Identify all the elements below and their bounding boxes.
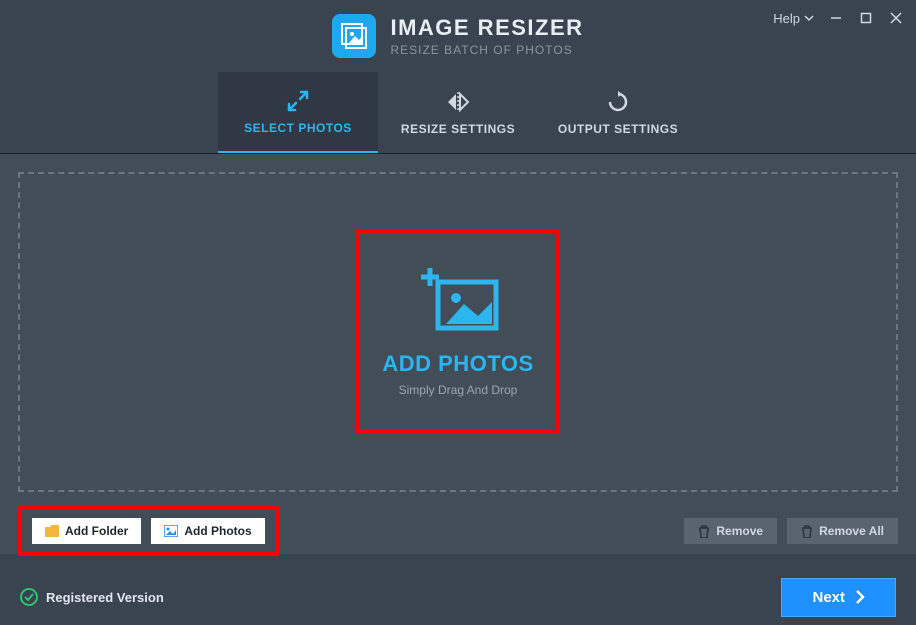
window-controls: Help [773, 10, 904, 26]
add-photos-subtitle: Simply Drag And Drop [399, 383, 518, 397]
check-circle-icon [20, 588, 38, 606]
mirror-icon [445, 90, 471, 114]
titlebar: IMAGE RESIZER RESIZE BATCH OF PHOTOS Hel… [0, 0, 916, 72]
dropzone[interactable]: ADD PHOTOS Simply Drag And Drop [18, 172, 898, 492]
tab-output-settings[interactable]: OUTPUT SETTINGS [538, 72, 698, 153]
highlight-box: Add Folder Add Photos [18, 506, 279, 556]
status-label: Registered Version [46, 590, 164, 605]
tab-label: RESIZE SETTINGS [401, 122, 515, 136]
tab-select-photos[interactable]: SELECT PHOTOS [218, 72, 378, 153]
remove-button[interactable]: Remove [684, 518, 777, 544]
registration-status: Registered Version [20, 588, 164, 606]
minimize-button[interactable] [828, 10, 844, 26]
image-icon [164, 525, 178, 537]
remove-all-button[interactable]: Remove All [787, 518, 898, 544]
add-photos-title: ADD PHOTOS [382, 351, 533, 377]
help-menu[interactable]: Help [773, 11, 814, 26]
tab-resize-settings[interactable]: RESIZE SETTINGS [378, 72, 538, 153]
tab-label: SELECT PHOTOS [244, 121, 352, 135]
app-brand: IMAGE RESIZER RESIZE BATCH OF PHOTOS [332, 14, 583, 58]
chevron-right-icon [855, 590, 865, 604]
button-label: Next [812, 589, 845, 606]
main-area: ADD PHOTOS Simply Drag And Drop Add Fold… [0, 154, 916, 554]
trash-icon [698, 525, 710, 538]
button-label: Remove All [819, 524, 884, 538]
button-label: Add Photos [184, 524, 251, 538]
action-toolbar: Add Folder Add Photos Remove Remove All [18, 492, 898, 556]
app-title: IMAGE RESIZER [390, 15, 583, 41]
chevron-down-icon [804, 13, 814, 23]
help-label: Help [773, 11, 800, 26]
tab-label: OUTPUT SETTINGS [558, 122, 678, 136]
app-subtitle: RESIZE BATCH OF PHOTOS [390, 43, 583, 57]
button-label: Remove [716, 524, 763, 538]
add-photos-icon [416, 268, 500, 337]
trash-icon [801, 525, 813, 538]
tab-bar: SELECT PHOTOS RESIZE SETTINGS OUTPUT SET… [0, 72, 916, 154]
footer: Registered Version Next [0, 569, 916, 625]
expand-icon [286, 89, 310, 113]
add-folder-button[interactable]: Add Folder [32, 518, 141, 544]
maximize-button[interactable] [858, 10, 874, 26]
app-icon [332, 14, 376, 58]
add-photos-button[interactable]: Add Photos [151, 518, 264, 544]
folder-icon [45, 525, 59, 537]
refresh-icon [607, 90, 629, 114]
button-label: Add Folder [65, 524, 128, 538]
add-photos-block[interactable]: ADD PHOTOS Simply Drag And Drop [356, 230, 560, 434]
next-button[interactable]: Next [781, 578, 896, 617]
close-button[interactable] [888, 10, 904, 26]
